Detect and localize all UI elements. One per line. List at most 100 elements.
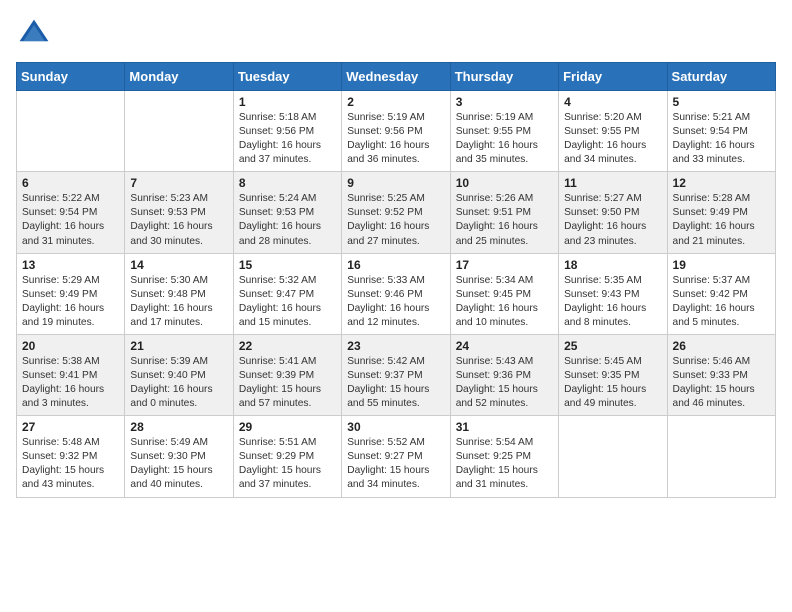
day-content: Sunrise: 5:52 AM Sunset: 9:27 PM Dayligh… bbox=[347, 436, 444, 492]
calendar-cell: 16Sunrise: 5:33 AM Sunset: 9:46 PM Dayli… bbox=[342, 253, 450, 334]
calendar-cell: 6 Sunrise: 5:22 AM Sunset: 9:54 PM Daylig… bbox=[17, 172, 125, 253]
day-content: Sunrise: 5:20 AM Sunset: 9:55 PM Dayligh… bbox=[564, 111, 661, 167]
day-number: 8 bbox=[239, 176, 336, 190]
day-content: Sunrise: 5:41 AM Sunset: 9:39 PM Dayligh… bbox=[239, 355, 336, 411]
day-number: 2 bbox=[347, 95, 444, 109]
calendar-cell bbox=[125, 91, 233, 172]
day-content: Sunrise: 5:30 AM Sunset: 9:48 PM Dayligh… bbox=[130, 274, 227, 330]
day-number: 13 bbox=[22, 258, 119, 272]
day-content: Sunrise: 5:23 AM Sunset: 9:53 PM Dayligh… bbox=[130, 192, 227, 248]
day-number: 14 bbox=[130, 258, 227, 272]
logo bbox=[16, 16, 58, 52]
day-number: 29 bbox=[239, 420, 336, 434]
day-content: Sunrise: 5:51 AM Sunset: 9:29 PM Dayligh… bbox=[239, 436, 336, 492]
day-content: Sunrise: 5:42 AM Sunset: 9:37 PM Dayligh… bbox=[347, 355, 444, 411]
day-number: 3 bbox=[456, 95, 553, 109]
weekday-header-friday: Friday bbox=[559, 63, 667, 91]
day-number: 30 bbox=[347, 420, 444, 434]
calendar-table: SundayMondayTuesdayWednesdayThursdayFrid… bbox=[16, 62, 776, 498]
day-number: 5 bbox=[673, 95, 770, 109]
calendar-week-row: 20Sunrise: 5:38 AM Sunset: 9:41 PM Dayli… bbox=[17, 334, 776, 415]
day-number: 10 bbox=[456, 176, 553, 190]
calendar-cell: 14 Sunrise: 5:30 AM Sunset: 9:48 PM Dayli… bbox=[125, 253, 233, 334]
calendar-cell: 22 Sunrise: 5:41 AM Sunset: 9:39 PM Dayli… bbox=[233, 334, 341, 415]
day-content: Sunrise: 5:38 AM Sunset: 9:41 PM Dayligh… bbox=[22, 355, 119, 411]
calendar-week-row: 1 Sunrise: 5:18 AM Sunset: 9:56 PM Daylig… bbox=[17, 91, 776, 172]
day-number: 17 bbox=[456, 258, 553, 272]
weekday-header-monday: Monday bbox=[125, 63, 233, 91]
day-number: 27 bbox=[22, 420, 119, 434]
day-content: Sunrise: 5:43 AM Sunset: 9:36 PM Dayligh… bbox=[456, 355, 553, 411]
day-number: 25 bbox=[564, 339, 661, 353]
calendar-cell: 11 Sunrise: 5:27 AM Sunset: 9:50 PM Dayli… bbox=[559, 172, 667, 253]
day-number: 9 bbox=[347, 176, 444, 190]
day-content: Sunrise: 5:26 AM Sunset: 9:51 PM Dayligh… bbox=[456, 192, 553, 248]
calendar-cell: 4 Sunrise: 5:20 AM Sunset: 9:55 PM Daylig… bbox=[559, 91, 667, 172]
day-content: Sunrise: 5:24 AM Sunset: 9:53 PM Dayligh… bbox=[239, 192, 336, 248]
weekday-header-sunday: Sunday bbox=[17, 63, 125, 91]
day-number: 12 bbox=[673, 176, 770, 190]
day-number: 6 bbox=[22, 176, 119, 190]
calendar-cell: 26 Sunrise: 5:46 AM Sunset: 9:33 PM Dayli… bbox=[667, 334, 775, 415]
day-content: Sunrise: 5:19 AM Sunset: 9:55 PM Dayligh… bbox=[456, 111, 553, 167]
day-number: 26 bbox=[673, 339, 770, 353]
page-header bbox=[16, 16, 776, 52]
weekday-header-tuesday: Tuesday bbox=[233, 63, 341, 91]
weekday-header-wednesday: Wednesday bbox=[342, 63, 450, 91]
calendar-header-row: SundayMondayTuesdayWednesdayThursdayFrid… bbox=[17, 63, 776, 91]
day-number: 1 bbox=[239, 95, 336, 109]
calendar-cell: 1 Sunrise: 5:18 AM Sunset: 9:56 PM Daylig… bbox=[233, 91, 341, 172]
calendar-cell: 28Sunrise: 5:49 AM Sunset: 9:30 PM Dayli… bbox=[125, 416, 233, 497]
day-content: Sunrise: 5:29 AM Sunset: 9:49 PM Dayligh… bbox=[22, 274, 119, 330]
calendar-cell: 9 Sunrise: 5:25 AM Sunset: 9:52 PM Daylig… bbox=[342, 172, 450, 253]
day-content: Sunrise: 5:32 AM Sunset: 9:47 PM Dayligh… bbox=[239, 274, 336, 330]
calendar-cell bbox=[667, 416, 775, 497]
day-content: Sunrise: 5:25 AM Sunset: 9:52 PM Dayligh… bbox=[347, 192, 444, 248]
calendar-cell: 15Sunrise: 5:32 AM Sunset: 9:47 PM Dayli… bbox=[233, 253, 341, 334]
calendar-cell: 29 Sunrise: 5:51 AM Sunset: 9:29 PM Dayli… bbox=[233, 416, 341, 497]
day-number: 7 bbox=[130, 176, 227, 190]
day-number: 11 bbox=[564, 176, 661, 190]
day-number: 31 bbox=[456, 420, 553, 434]
day-content: Sunrise: 5:45 AM Sunset: 9:35 PM Dayligh… bbox=[564, 355, 661, 411]
calendar-cell bbox=[559, 416, 667, 497]
day-content: Sunrise: 5:37 AM Sunset: 9:42 PM Dayligh… bbox=[673, 274, 770, 330]
calendar-cell: 13 Sunrise: 5:29 AM Sunset: 9:49 PM Dayli… bbox=[17, 253, 125, 334]
calendar-cell: 25 Sunrise: 5:45 AM Sunset: 9:35 PM Dayli… bbox=[559, 334, 667, 415]
day-number: 18 bbox=[564, 258, 661, 272]
calendar-cell: 18 Sunrise: 5:35 AM Sunset: 9:43 PM Dayli… bbox=[559, 253, 667, 334]
calendar-cell: 19 Sunrise: 5:37 AM Sunset: 9:42 PM Dayli… bbox=[667, 253, 775, 334]
calendar-cell: 8 Sunrise: 5:24 AM Sunset: 9:53 PM Daylig… bbox=[233, 172, 341, 253]
calendar-cell: 7 Sunrise: 5:23 AM Sunset: 9:53 PM Daylig… bbox=[125, 172, 233, 253]
day-content: Sunrise: 5:21 AM Sunset: 9:54 PM Dayligh… bbox=[673, 111, 770, 167]
day-content: Sunrise: 5:34 AM Sunset: 9:45 PM Dayligh… bbox=[456, 274, 553, 330]
calendar-cell: 3 Sunrise: 5:19 AM Sunset: 9:55 PM Daylig… bbox=[450, 91, 558, 172]
calendar-week-row: 6 Sunrise: 5:22 AM Sunset: 9:54 PM Daylig… bbox=[17, 172, 776, 253]
calendar-cell: 24 Sunrise: 5:43 AM Sunset: 9:36 PM Dayli… bbox=[450, 334, 558, 415]
day-number: 23 bbox=[347, 339, 444, 353]
day-number: 21 bbox=[130, 339, 227, 353]
day-content: Sunrise: 5:54 AM Sunset: 9:25 PM Dayligh… bbox=[456, 436, 553, 492]
weekday-header-thursday: Thursday bbox=[450, 63, 558, 91]
day-content: Sunrise: 5:33 AM Sunset: 9:46 PM Dayligh… bbox=[347, 274, 444, 330]
day-number: 22 bbox=[239, 339, 336, 353]
day-content: Sunrise: 5:35 AM Sunset: 9:43 PM Dayligh… bbox=[564, 274, 661, 330]
day-content: Sunrise: 5:39 AM Sunset: 9:40 PM Dayligh… bbox=[130, 355, 227, 411]
calendar-week-row: 27Sunrise: 5:48 AM Sunset: 9:32 PM Dayli… bbox=[17, 416, 776, 497]
calendar-cell: 12Sunrise: 5:28 AM Sunset: 9:49 PM Dayli… bbox=[667, 172, 775, 253]
calendar-cell: 27Sunrise: 5:48 AM Sunset: 9:32 PM Dayli… bbox=[17, 416, 125, 497]
calendar-cell: 21 Sunrise: 5:39 AM Sunset: 9:40 PM Dayli… bbox=[125, 334, 233, 415]
day-number: 24 bbox=[456, 339, 553, 353]
day-content: Sunrise: 5:22 AM Sunset: 9:54 PM Dayligh… bbox=[22, 192, 119, 248]
weekday-header-saturday: Saturday bbox=[667, 63, 775, 91]
calendar-cell: 17 Sunrise: 5:34 AM Sunset: 9:45 PM Dayli… bbox=[450, 253, 558, 334]
day-number: 4 bbox=[564, 95, 661, 109]
day-content: Sunrise: 5:27 AM Sunset: 9:50 PM Dayligh… bbox=[564, 192, 661, 248]
day-number: 19 bbox=[673, 258, 770, 272]
calendar-cell bbox=[17, 91, 125, 172]
day-content: Sunrise: 5:18 AM Sunset: 9:56 PM Dayligh… bbox=[239, 111, 336, 167]
day-content: Sunrise: 5:19 AM Sunset: 9:56 PM Dayligh… bbox=[347, 111, 444, 167]
calendar-cell: 30 Sunrise: 5:52 AM Sunset: 9:27 PM Dayli… bbox=[342, 416, 450, 497]
day-content: Sunrise: 5:46 AM Sunset: 9:33 PM Dayligh… bbox=[673, 355, 770, 411]
calendar-cell: 23 Sunrise: 5:42 AM Sunset: 9:37 PM Dayli… bbox=[342, 334, 450, 415]
